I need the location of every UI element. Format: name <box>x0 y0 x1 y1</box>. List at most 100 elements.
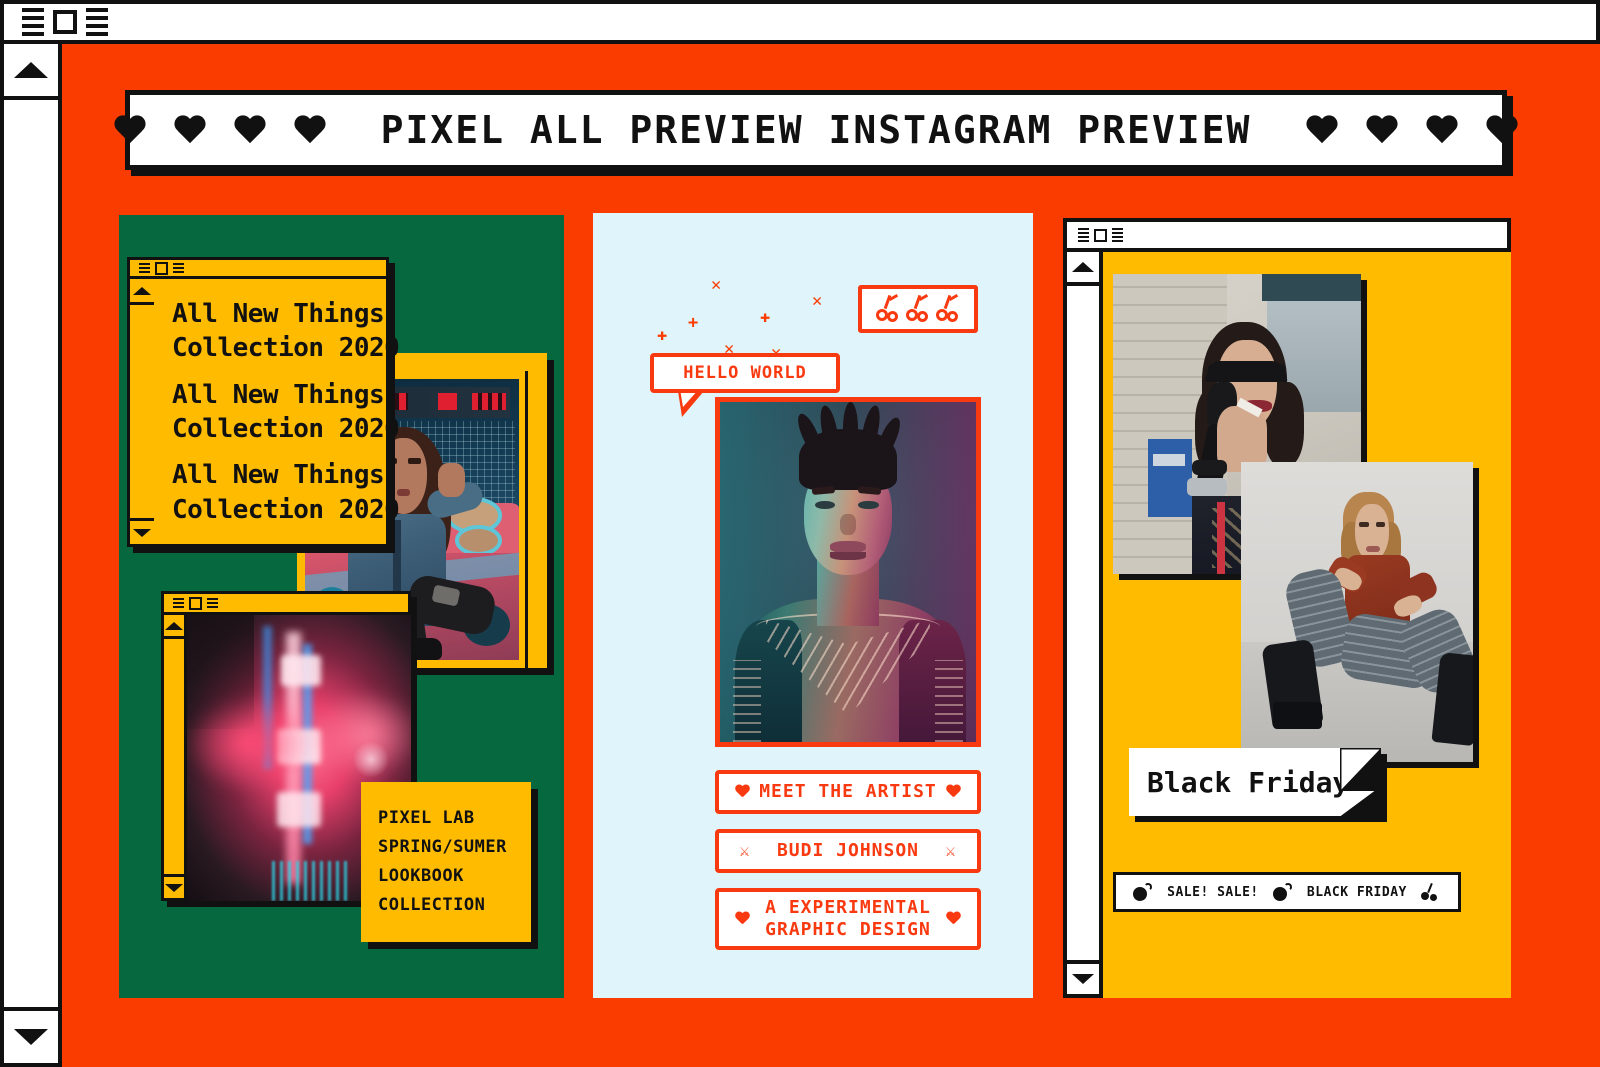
center-panel: ✕ + ✚ ✕ ✕ ✚ ✕ HELLO WORLD <box>593 213 1033 998</box>
right-panel-scrollbar[interactable] <box>1063 252 1103 998</box>
heart-icon <box>233 115 267 146</box>
collection-line-2: Collection 2020 <box>172 333 400 364</box>
cherry-icon <box>905 293 931 323</box>
experimental-label: A EXPERIMENTAL GRAPHIC DESIGN <box>750 897 946 942</box>
crossed-swords-icon: ⚔ <box>945 841 957 861</box>
heart-icon <box>1485 115 1519 146</box>
neon-window-scrollbar[interactable] <box>161 615 187 901</box>
right-panel-titlebar <box>1063 218 1511 252</box>
collection-block: All New Things Collection 2020 <box>172 458 400 527</box>
meet-the-artist-button[interactable]: MEET THE ARTIST <box>715 770 981 814</box>
meet-the-artist-label: MEET THE ARTIST <box>759 780 937 802</box>
crossed-swords-icon: ⚔ <box>739 841 751 861</box>
scroll-up-button[interactable] <box>4 44 58 100</box>
heart-icon <box>173 115 207 146</box>
scroll-up-button[interactable] <box>130 279 154 305</box>
maximize-square-icon[interactable] <box>1094 228 1107 242</box>
triangle-down-icon <box>14 1029 48 1045</box>
collection-line-1: All New Things <box>172 379 385 410</box>
lab-line-1: PIXEL LAB <box>378 808 475 828</box>
hello-world-bubble: HELLO WORLD <box>650 353 840 393</box>
heart-icon <box>113 115 147 146</box>
collection-window-titlebar <box>127 257 389 279</box>
scroll-up-button[interactable] <box>164 615 184 639</box>
menu-lines-icon[interactable] <box>139 263 150 273</box>
heart-icon <box>293 115 327 146</box>
sparkle-icon: ✚ <box>760 307 771 327</box>
scroll-down-button[interactable] <box>130 518 154 544</box>
heart-icon <box>735 785 750 799</box>
sale-text-1: SALE! SALE! <box>1167 884 1259 900</box>
collection-line-1: All New Things <box>172 299 385 329</box>
sparkle-icon: + <box>688 313 699 333</box>
collection-line-1: All New Things <box>172 460 385 491</box>
triangle-up-icon <box>133 286 151 295</box>
seated-woman-photo <box>1241 462 1473 762</box>
arcade-window-scrollbar[interactable] <box>525 371 547 668</box>
cherries-box <box>858 285 978 333</box>
sale-text-2: BLACK FRIDAY <box>1306 884 1407 900</box>
page-banner: PIXEL ALL PREVIEW INSTAGRAM PREVIEW <box>125 90 1507 170</box>
triangle-down-icon <box>1072 974 1094 984</box>
menu-lines-icon[interactable] <box>1112 228 1123 242</box>
triangle-up-icon <box>14 62 48 78</box>
window-title-bar <box>0 0 1600 44</box>
cherry-icon <box>935 293 961 323</box>
collection-window-scrollbar[interactable] <box>127 279 157 547</box>
heart-icon <box>946 912 961 926</box>
right-panel: Black Friday SALE! SALE! BLACK FRIDAY <box>1063 218 1511 998</box>
scroll-down-button[interactable] <box>164 874 184 898</box>
heart-icon <box>946 785 961 799</box>
folded-corner-icon <box>1340 748 1381 791</box>
experimental-graphic-design-button[interactable]: A EXPERIMENTAL GRAPHIC DESIGN <box>715 888 981 950</box>
maximize-square-icon[interactable] <box>155 261 168 275</box>
cherry-icon <box>875 293 901 323</box>
collection-window-body: All New Things Collection 2020 All New T… <box>154 279 400 547</box>
scroll-up-button[interactable] <box>1067 252 1099 286</box>
heart-icon <box>735 912 750 926</box>
menu-lines-icon[interactable] <box>22 8 44 36</box>
heart-icon <box>1305 115 1339 146</box>
window-controls[interactable] <box>22 8 108 36</box>
maximize-square-icon[interactable] <box>53 10 77 34</box>
menu-lines-icon[interactable] <box>173 598 184 608</box>
sparkle-icon: ✕ <box>812 291 823 311</box>
page-title: PIXEL ALL PREVIEW INSTAGRAM PREVIEW <box>380 108 1252 152</box>
bomb-icon <box>1133 883 1153 901</box>
right-panel-body: Black Friday SALE! SALE! BLACK FRIDAY <box>1103 252 1511 998</box>
neon-window-titlebar <box>161 591 411 615</box>
menu-lines-icon[interactable] <box>1078 228 1089 242</box>
lab-line-4: COLLECTION <box>378 894 486 915</box>
artist-portrait <box>715 397 981 747</box>
budi-johnson-button[interactable]: ⚔ BUDI JOHNSON ⚔ <box>715 829 981 873</box>
maximize-square-icon[interactable] <box>189 596 202 610</box>
experimental-label-line-2: GRAPHIC DESIGN <box>765 919 931 940</box>
left-panel: All New Things Collection 2020 All New T… <box>119 215 564 998</box>
scroll-down-button[interactable] <box>1067 960 1099 994</box>
heart-icon <box>1365 115 1399 146</box>
sparkle-icon: ✕ <box>711 275 722 295</box>
scroll-down-button[interactable] <box>4 1007 58 1063</box>
sale-banner: SALE! SALE! BLACK FRIDAY <box>1113 872 1461 912</box>
menu-lines-icon[interactable] <box>173 263 184 273</box>
collection-block: All New Things Collection 2020 <box>172 297 400 366</box>
menu-lines-icon[interactable] <box>86 8 108 36</box>
collection-line-2: Collection 2020 <box>172 413 400 444</box>
triangle-up-icon <box>1072 262 1094 272</box>
pixel-lab-box: PIXEL LAB SPRING/SUMER LOOKBOOK COLLECTI… <box>361 782 531 942</box>
lab-line-3: LOOKBOOK <box>378 865 464 886</box>
budi-johnson-label: BUDI JOHNSON <box>776 839 920 861</box>
collection-line-2: Collection 2020 <box>172 494 400 525</box>
hello-world-text: HELLO WORLD <box>683 363 807 383</box>
black-friday-label: Black Friday <box>1147 765 1350 799</box>
collection-block: All New Things Collection 2020 <box>172 378 400 447</box>
menu-lines-icon[interactable] <box>207 598 218 608</box>
triangle-down-icon <box>165 883 183 892</box>
lab-line-2: SPRING/SUMER <box>378 836 507 857</box>
cherry-icon <box>1420 882 1441 901</box>
triangle-up-icon <box>165 621 183 630</box>
window-scrollbar[interactable] <box>0 44 62 1067</box>
experimental-label-line-1: A EXPERIMENTAL <box>765 896 931 918</box>
heart-icon <box>1425 115 1459 146</box>
triangle-down-icon <box>133 528 151 537</box>
